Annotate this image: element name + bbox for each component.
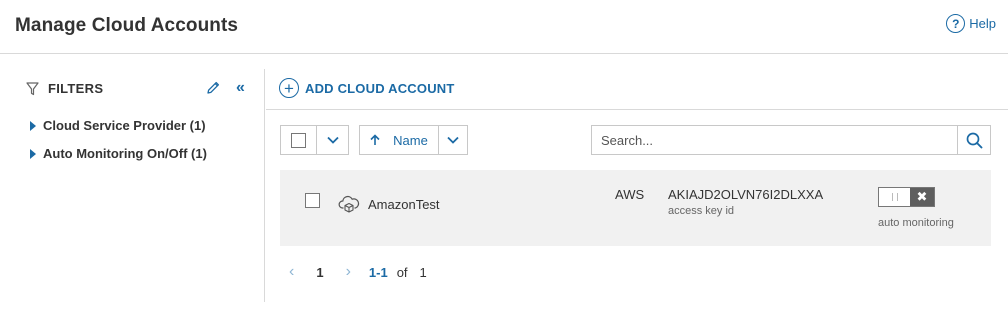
- auto-monitoring-label: auto monitoring: [878, 217, 954, 229]
- double-chevron-left-icon[interactable]: «: [236, 80, 245, 96]
- page-range[interactable]: 1-1: [369, 265, 388, 280]
- search-button[interactable]: [957, 126, 990, 154]
- page-total: 1: [419, 264, 427, 280]
- filter-auto-monitoring[interactable]: Auto Monitoring On/Off (1): [30, 146, 207, 161]
- close-icon: ✖: [910, 188, 934, 206]
- filter-label: Cloud Service Provider (1): [43, 118, 206, 133]
- filters-sidebar: FILTERS « Cloud Service Provider (1) Aut…: [0, 69, 265, 302]
- row-checkbox[interactable]: [305, 193, 320, 208]
- sort-field-dropdown[interactable]: [439, 126, 467, 154]
- access-key-value: AKIAJD2OLVN76I2DLXXA: [668, 187, 824, 202]
- chevron-down-icon: [326, 136, 339, 144]
- plus-circle-icon: +: [279, 78, 299, 98]
- pencil-icon[interactable]: [205, 80, 221, 96]
- select-all-checkbox-cell[interactable]: [281, 126, 316, 154]
- search-icon: [966, 132, 982, 148]
- filter-label: Auto Monitoring On/Off (1): [43, 146, 207, 161]
- pagination: ‹ 1 › 1-1 of 1: [289, 263, 427, 281]
- sort-field-label: Name: [393, 132, 428, 148]
- page-header: Manage Cloud Accounts ? Help: [0, 0, 1008, 54]
- content-divider: [266, 109, 1008, 110]
- select-options-dropdown[interactable]: [317, 126, 348, 154]
- toggle-grip-icon: [891, 193, 898, 201]
- help-icon: ?: [946, 14, 966, 33]
- filters-label: FILTERS: [48, 81, 104, 96]
- expand-triangle-icon: [30, 148, 36, 159]
- auto-monitoring-toggle[interactable]: ✖: [878, 187, 935, 207]
- bulk-select-control: [280, 125, 349, 155]
- filter-icon: [26, 81, 39, 95]
- help-link[interactable]: ? Help: [946, 14, 996, 33]
- account-name[interactable]: AmazonTest: [368, 197, 440, 212]
- chevron-left-icon[interactable]: ‹: [289, 263, 294, 281]
- cloud-account-icon: [338, 195, 360, 213]
- expand-triangle-icon: [30, 120, 36, 131]
- filters-heading: FILTERS: [26, 81, 103, 96]
- page-of-label: of: [396, 264, 408, 280]
- help-label: Help: [969, 16, 996, 31]
- add-cloud-account-label: ADD CLOUD ACCOUNT: [305, 80, 455, 96]
- search-input[interactable]: [592, 126, 957, 154]
- account-provider: AWS: [615, 187, 645, 202]
- access-key-label: access key id: [668, 205, 735, 217]
- search-box: [591, 125, 991, 155]
- page-title: Manage Cloud Accounts: [15, 15, 239, 36]
- sort-direction-button[interactable]: Name: [360, 126, 438, 154]
- sort-control: Name: [359, 125, 468, 155]
- chevron-right-icon[interactable]: ›: [346, 263, 351, 281]
- page-number[interactable]: 1: [316, 265, 323, 280]
- chevron-down-icon: [447, 136, 459, 144]
- arrow-up-icon: [370, 134, 380, 145]
- filter-cloud-service-provider[interactable]: Cloud Service Provider (1): [30, 118, 206, 133]
- add-cloud-account-button[interactable]: + ADD CLOUD ACCOUNT: [279, 78, 455, 98]
- table-row[interactable]: AmazonTest AWS AKIAJD2OLVN76I2DLXXA acce…: [280, 170, 991, 246]
- toggle-track: [879, 188, 910, 206]
- select-all-checkbox[interactable]: [291, 132, 306, 148]
